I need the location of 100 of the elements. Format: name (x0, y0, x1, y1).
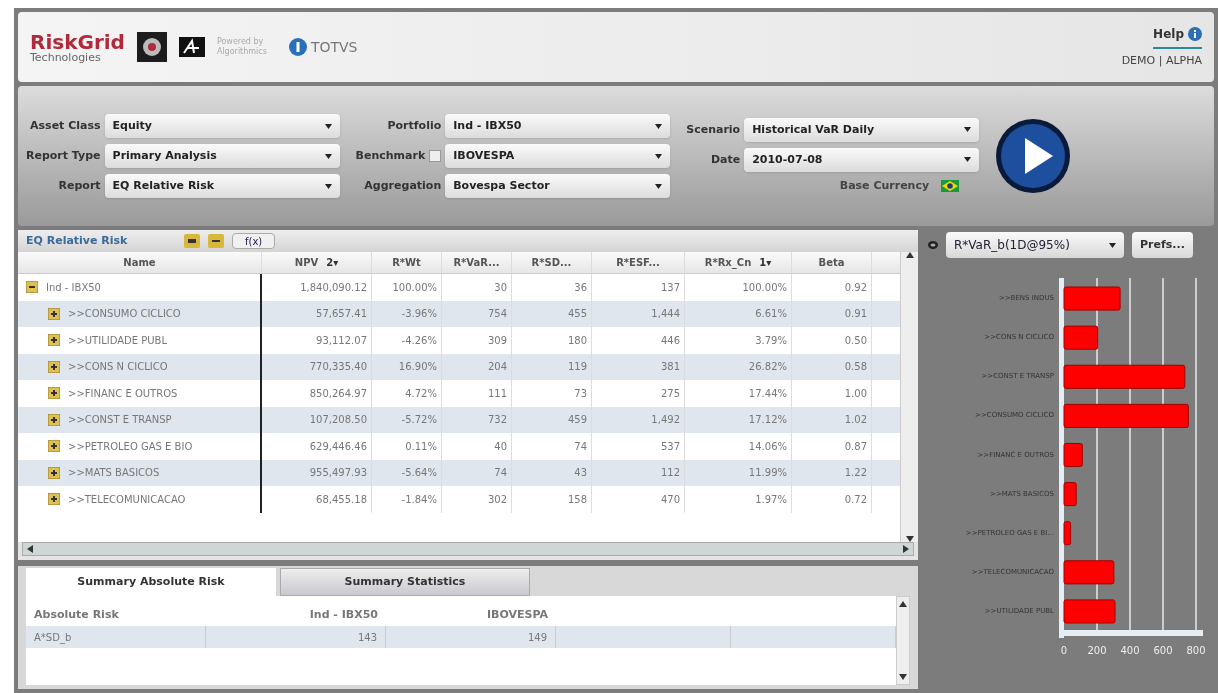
filter-dropdown[interactable]: Ind - IBX50 (445, 114, 671, 138)
bar (1063, 599, 1116, 624)
expand-icon[interactable] (48, 466, 60, 479)
filter-label: Report (58, 177, 101, 194)
table-cell: 0.72 (792, 486, 872, 513)
expand-icon[interactable] (48, 307, 60, 320)
column-header[interactable]: R*Wt (392, 255, 421, 270)
panel-title: EQ Relative Risk (26, 232, 129, 249)
column-header[interactable]: Beta (818, 255, 845, 270)
caret-icon (964, 127, 972, 133)
tick-label: 600 (1153, 645, 1173, 656)
caret-icon (964, 157, 972, 163)
table-cell: 275 (592, 380, 685, 407)
caret-icon (1109, 242, 1116, 248)
table-cell: -1.84% (372, 486, 442, 513)
bar (1063, 442, 1083, 468)
horizontal-scrollbar[interactable] (22, 542, 914, 556)
bar (1063, 521, 1072, 546)
table-cell: 149 (386, 626, 556, 648)
table-cell: 4.72% (372, 380, 442, 407)
prefs-button[interactable]: Prefs... (1132, 232, 1193, 258)
column-header[interactable]: Name (123, 255, 156, 270)
base-currency-label: Base Currency (839, 177, 930, 194)
filter-dropdown[interactable]: Equity (104, 114, 340, 138)
expand-icon[interactable] (48, 493, 60, 506)
filter-dropdown[interactable]: Historical VaR Daily (744, 117, 980, 142)
caret-icon (655, 183, 663, 189)
bar (1063, 560, 1115, 585)
tick-label: 0 (1060, 645, 1068, 656)
vertical-scrollbar[interactable] (900, 252, 918, 542)
column-header[interactable]: R*VaR... (453, 255, 500, 270)
bar (1063, 482, 1077, 507)
scroll-right-icon (903, 545, 909, 553)
row-name: >>MATS BASICOS (68, 466, 160, 481)
row-name: >>TELECOMUNICACAO (68, 492, 186, 507)
expand-icon[interactable] (48, 387, 60, 400)
help-link[interactable]: Help (1153, 24, 1184, 43)
filter-label: Aggregation (364, 177, 442, 194)
table-cell: 40 (442, 433, 512, 460)
row-name: >>FINANC E OUTROS (68, 386, 178, 401)
scroll-left-icon (27, 545, 33, 553)
table-cell: 537 (592, 433, 685, 460)
table-cell: 111 (442, 380, 512, 407)
function-button[interactable]: f(x) (232, 233, 276, 249)
table-cell: 309 (442, 327, 512, 354)
flag-icon (941, 180, 960, 192)
measure-dropdown[interactable]: R*VaR_b(1D@95%) (946, 232, 1124, 258)
expand-icon[interactable] (48, 360, 60, 373)
vertical-scrollbar[interactable] (896, 596, 910, 685)
bar (1063, 325, 1099, 350)
caret-icon (655, 123, 663, 129)
collapse-icon[interactable] (26, 281, 38, 294)
column-header[interactable]: NPV (294, 255, 319, 270)
table-cell: -4.26% (372, 327, 442, 354)
table-cell: 100.00% (685, 274, 792, 301)
column-header[interactable]: R*Rx_Cn (704, 255, 752, 270)
column-header[interactable]: IBOVESPA (386, 604, 556, 626)
filter-dropdown[interactable]: IBOVESPA (445, 144, 671, 168)
table-cell: 1.97% (685, 486, 792, 513)
filter-dropdown[interactable]: 2010-07-08 (744, 147, 980, 172)
emblem-icon (136, 32, 167, 62)
caret-icon (324, 153, 332, 159)
brand-subtitle: Technologies (30, 51, 102, 63)
bar (1063, 286, 1121, 311)
table-cell: 470 (592, 486, 685, 513)
caret-icon (655, 153, 663, 159)
expand-all-icon (184, 234, 200, 248)
table-cell: 0.11% (372, 433, 442, 460)
filter-dropdown[interactable]: Bovespa Sector (445, 174, 671, 198)
scroll-down-icon (899, 674, 907, 680)
row-name: >>UTILIDADE PUBL (68, 333, 167, 348)
table-cell: 158 (512, 486, 592, 513)
filter-label: Report Type (26, 147, 101, 164)
column-header[interactable]: Ind - IBX50 (206, 604, 386, 626)
partner-name: TOTVS (310, 37, 358, 57)
tick-label: 800 (1186, 645, 1206, 656)
column-header[interactable]: R*SD... (531, 255, 572, 270)
expand-icon[interactable] (48, 440, 60, 453)
benchmark-checkbox[interactable] (429, 150, 442, 162)
play-icon[interactable] (995, 118, 1072, 194)
table-cell: 629,446.46 (262, 433, 372, 460)
filter-dropdown[interactable]: EQ Relative Risk (104, 174, 340, 198)
expand-icon[interactable] (48, 334, 60, 347)
summary-tab[interactable]: Summary Absolute Risk (26, 568, 276, 596)
column-header[interactable]: Absolute Risk (26, 604, 206, 626)
powered-by-text: Powered by Algorithmics (216, 37, 268, 57)
sort-order-indicator[interactable]: 2▾ (326, 255, 339, 270)
table-cell: 73 (512, 380, 592, 407)
expand-icon[interactable] (48, 413, 60, 426)
column-header[interactable]: R*ESF... (616, 255, 660, 270)
row-name: Ind - IBX50 (46, 280, 101, 295)
row-name: >>CONSUMO CICLICO (68, 307, 181, 322)
table-cell: 3.79% (685, 327, 792, 354)
filter-dropdown[interactable]: Primary Analysis (104, 144, 340, 168)
table-cell: 17.44% (685, 380, 792, 407)
table-cell: 100.00% (372, 274, 442, 301)
caret-icon (324, 183, 332, 189)
collapse-panel-icon (928, 241, 938, 249)
summary-tab[interactable]: Summary Statistics (280, 568, 530, 596)
sort-order-indicator[interactable]: 1▾ (759, 255, 772, 270)
